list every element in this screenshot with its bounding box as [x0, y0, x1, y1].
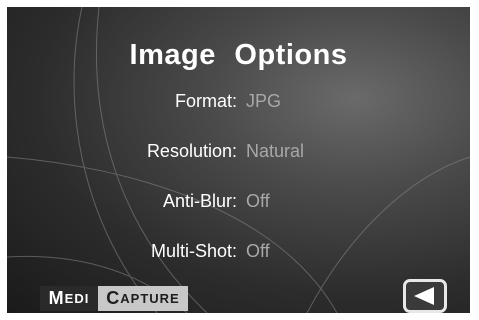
option-label: Resolution:: [146, 141, 237, 161]
back-arrow-icon: [414, 287, 434, 305]
option-label: Anti-Blur:: [162, 191, 237, 211]
option-row-multi-shot[interactable]: Multi-Shot: Off: [7, 241, 470, 265]
back-button[interactable]: [403, 279, 447, 313]
option-value[interactable]: Off: [246, 241, 270, 262]
option-row-resolution[interactable]: Resolution: Natural: [7, 141, 470, 165]
page-title: Image Options: [129, 39, 348, 71]
option-row-format[interactable]: Format: JPG: [7, 91, 470, 115]
option-value[interactable]: Natural: [246, 141, 304, 162]
option-row-anti-blur[interactable]: Anti-Blur: Off: [7, 191, 470, 215]
option-label: Multi-Shot:: [150, 241, 237, 261]
option-label: Format:: [174, 91, 237, 111]
option-value[interactable]: JPG: [246, 91, 281, 112]
logo-capture: C APTURE: [98, 286, 188, 311]
logo-medi: M EDI: [40, 286, 98, 311]
option-value[interactable]: Off: [246, 191, 270, 212]
medicapture-logo: M EDI C APTURE: [40, 286, 188, 311]
image-options-screen: Image Options Format: JPG Resolution: Na…: [7, 7, 470, 313]
